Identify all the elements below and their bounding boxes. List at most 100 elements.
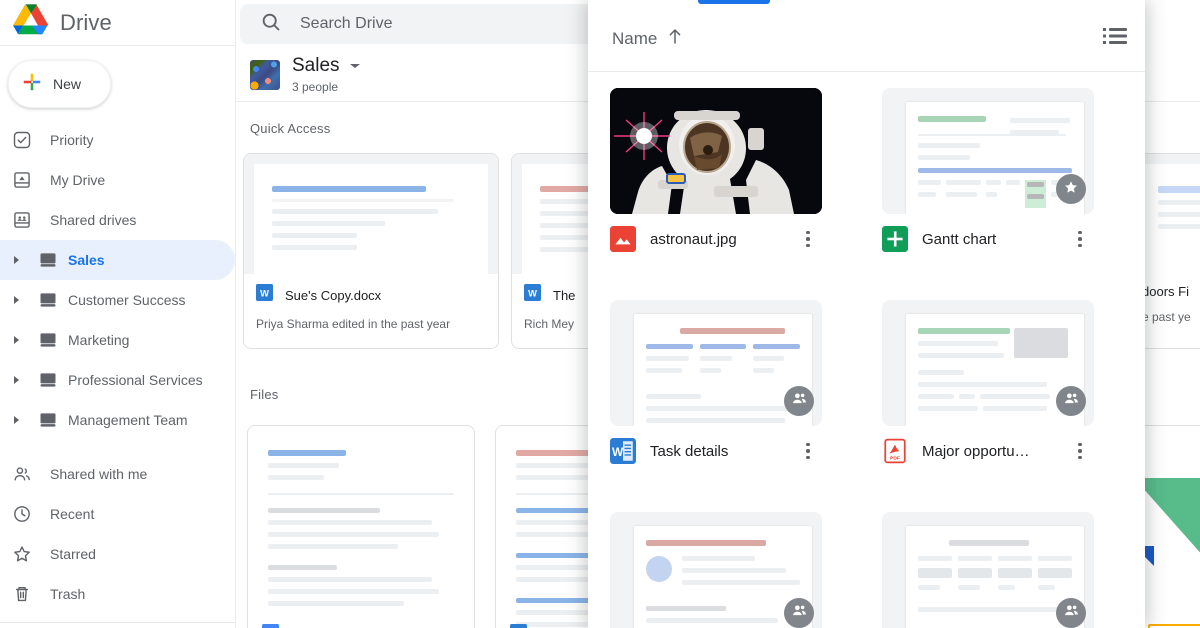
file-picker-overlay: Name astronaut.jpg Gantt chart W Task de… bbox=[588, 0, 1145, 628]
sidebar-item-sales[interactable]: Sales bbox=[0, 240, 235, 280]
sidebar-item-label: Starred bbox=[50, 546, 96, 562]
new-button[interactable]: New bbox=[8, 60, 111, 108]
file-card[interactable]: Editable offline docu bbox=[247, 425, 475, 628]
expand-caret-icon[interactable] bbox=[10, 415, 24, 425]
sidebar-item-priority[interactable]: Priority bbox=[0, 120, 235, 160]
file-subtitle: e past ye bbox=[1142, 310, 1191, 324]
file-tile[interactable]: Gantt chart bbox=[882, 88, 1094, 264]
sort-by-name-control[interactable]: Name bbox=[612, 27, 683, 50]
sidebar-item-professional-services[interactable]: Professional Services bbox=[0, 360, 235, 400]
people-icon bbox=[12, 464, 32, 484]
sort-label: Name bbox=[612, 28, 658, 48]
file-thumbnail bbox=[610, 512, 822, 628]
file-name: The bbox=[553, 287, 576, 303]
trash-icon bbox=[12, 584, 32, 604]
active-tab-indicator bbox=[698, 0, 770, 4]
file-name: Task details bbox=[650, 442, 729, 460]
clock-icon bbox=[12, 504, 32, 524]
word-icon: W bbox=[524, 284, 541, 306]
sidebar: Drive New Priority My Drive Shared drive… bbox=[0, 0, 236, 628]
sidebar-item-shared-drives[interactable]: Shared drives bbox=[0, 200, 235, 240]
expand-caret-icon[interactable] bbox=[10, 375, 24, 385]
kebab-menu-icon[interactable] bbox=[798, 230, 818, 248]
file-name: Major opportu… bbox=[922, 442, 1030, 460]
word-icon: W bbox=[256, 284, 273, 306]
sidebar-item-shared-with-me[interactable]: Shared with me bbox=[0, 454, 235, 494]
file-thumbnail bbox=[882, 88, 1094, 214]
new-button-label: New bbox=[53, 76, 82, 92]
files-label: Files bbox=[250, 387, 279, 402]
sidebar-item-marketing[interactable]: Marketing bbox=[0, 320, 235, 360]
shared-people-icon bbox=[1063, 390, 1080, 412]
sheets-icon bbox=[882, 226, 908, 252]
list-view-icon[interactable] bbox=[1103, 27, 1127, 50]
star-icon bbox=[1063, 179, 1079, 200]
shared-drives-icon bbox=[12, 210, 32, 230]
sidebar-item-label: Customer Success bbox=[68, 292, 186, 308]
file-name: Gantt chart bbox=[922, 230, 997, 248]
kebab-menu-icon[interactable] bbox=[1070, 442, 1090, 460]
kebab-menu-icon[interactable] bbox=[1070, 230, 1090, 248]
drive-icon bbox=[38, 250, 58, 270]
starred-badge bbox=[1056, 174, 1086, 204]
drive-icon bbox=[38, 290, 58, 310]
page-title: Sales bbox=[292, 55, 340, 76]
search-input[interactable]: Search Drive bbox=[300, 15, 392, 33]
sidebar-item-customer-success[interactable]: Customer Success bbox=[0, 280, 235, 320]
sidebar-item-label: Recent bbox=[50, 506, 95, 522]
chevron-down-icon[interactable] bbox=[349, 57, 361, 75]
shared-badge bbox=[1056, 386, 1086, 416]
sidebar-item-label: Shared drives bbox=[50, 212, 137, 228]
priority-check-icon bbox=[12, 130, 32, 150]
pdf-icon: PDF bbox=[882, 438, 908, 464]
expand-caret-icon[interactable] bbox=[10, 335, 24, 345]
file-name: astronaut.jpg bbox=[650, 230, 737, 248]
file-tile[interactable]: PDF Major opportu… bbox=[882, 300, 1094, 476]
quick-access-label: Quick Access bbox=[250, 121, 331, 136]
file-thumbnail bbox=[244, 154, 498, 274]
shared-badge bbox=[1056, 598, 1086, 628]
overlay-toolbar: Name bbox=[588, 6, 1145, 72]
my-drive-icon bbox=[12, 170, 32, 190]
svg-text:W: W bbox=[612, 445, 624, 459]
arrow-up-icon bbox=[667, 27, 683, 50]
expand-caret-icon[interactable] bbox=[10, 295, 24, 305]
sidebar-item-management-team[interactable]: Management Team bbox=[0, 400, 235, 440]
shared-badge bbox=[784, 386, 814, 416]
svg-text:W: W bbox=[528, 288, 537, 298]
sidebar-item-label: Sales bbox=[68, 252, 105, 268]
word-icon: W bbox=[510, 624, 527, 628]
file-thumbnail bbox=[610, 300, 822, 426]
file-thumbnail bbox=[882, 512, 1094, 628]
file-thumbnail bbox=[882, 300, 1094, 426]
drive-icon bbox=[38, 330, 58, 350]
quick-access-card[interactable]: W Sue's Copy.docx Priya Sharma edited in… bbox=[243, 153, 499, 349]
file-tile[interactable] bbox=[882, 512, 1094, 628]
drive-icon bbox=[38, 410, 58, 430]
drive-member-count: 3 people bbox=[292, 80, 339, 94]
brand-title: Drive bbox=[60, 9, 112, 35]
expand-caret-icon[interactable] bbox=[10, 255, 24, 265]
sidebar-item-label: Trash bbox=[50, 586, 86, 602]
sidebar-divider bbox=[0, 622, 235, 623]
svg-text:W: W bbox=[260, 288, 269, 298]
brand-header: Drive bbox=[0, 0, 235, 46]
sidebar-item-trash[interactable]: Trash bbox=[0, 574, 235, 614]
file-tile[interactable]: W Task details bbox=[610, 300, 822, 476]
file-tile[interactable]: astronaut.jpg bbox=[610, 88, 822, 264]
sidebar-item-recent[interactable]: Recent bbox=[0, 494, 235, 534]
sidebar-item-label: Professional Services bbox=[68, 372, 203, 388]
file-tile[interactable] bbox=[610, 512, 822, 628]
sidebar-item-starred[interactable]: Starred bbox=[0, 534, 235, 574]
shared-people-icon bbox=[791, 602, 808, 624]
sales-drive-avatar bbox=[250, 59, 280, 90]
sidebar-item-label: Shared with me bbox=[50, 466, 148, 482]
kebab-menu-icon[interactable] bbox=[798, 442, 818, 460]
shared-people-icon bbox=[791, 390, 808, 412]
search-icon bbox=[260, 11, 282, 38]
sidebar-item-my-drive[interactable]: My Drive bbox=[0, 160, 235, 200]
file-name: doors Fi bbox=[1142, 284, 1189, 299]
drive-icon bbox=[38, 370, 58, 390]
svg-text:PDF: PDF bbox=[890, 456, 900, 462]
google-docs-icon bbox=[262, 624, 279, 628]
